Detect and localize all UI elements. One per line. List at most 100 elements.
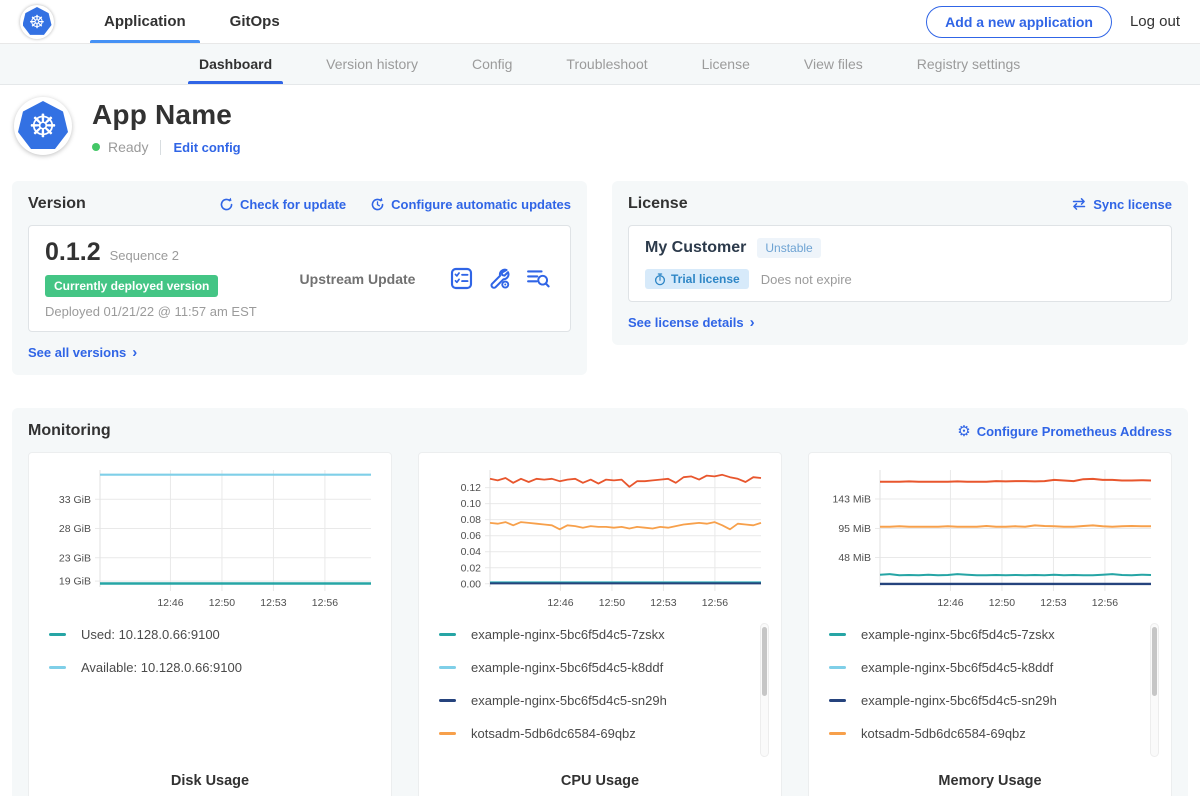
see-license-details-link[interactable]: See license details › — [628, 314, 755, 331]
sequence-label: Sequence 2 — [110, 248, 179, 263]
see-license-details-row: See license details › — [628, 314, 1172, 331]
svg-text:0.08: 0.08 — [461, 514, 482, 526]
svg-text:12:53: 12:53 — [650, 597, 676, 609]
currently-deployed-badge: Currently deployed version — [45, 275, 218, 297]
tab-gitops[interactable]: GitOps — [216, 0, 294, 43]
see-all-versions-row: See all versions › — [28, 344, 571, 361]
trial-license-badge: Trial license — [645, 269, 749, 289]
subnav-tab-view-files[interactable]: View files — [777, 44, 890, 84]
chart-legend: Used: 10.128.0.66:9100 Available: 10.128.… — [49, 627, 381, 693]
svg-text:12:56: 12:56 — [312, 597, 338, 609]
edit-config-link[interactable]: Edit config — [173, 140, 240, 155]
license-expiry: Does not expire — [761, 272, 852, 287]
legend-label: example-nginx-5bc6f5d4c5-sn29h — [471, 693, 667, 708]
svg-text:28 GiB: 28 GiB — [59, 523, 91, 535]
legend-item[interactable]: example-nginx-5bc6f5d4c5-sn29h — [829, 693, 1161, 708]
svg-text:12:56: 12:56 — [702, 597, 728, 609]
subnav-tab-config[interactable]: Config — [445, 44, 539, 84]
kubernetes-wheel-icon: ☸ — [18, 101, 68, 151]
see-license-details-label: See license details — [628, 315, 744, 330]
legend-swatch — [829, 633, 846, 636]
license-type-row: Trial license Does not expire — [645, 269, 1155, 289]
license-card-header: License Sync license — [628, 195, 1172, 213]
scrollbar-thumb[interactable] — [1152, 627, 1157, 696]
ready-status-label: Ready — [108, 139, 148, 155]
deployed-timestamp: Deployed 01/21/22 @ 11:57 am EST — [45, 304, 265, 319]
tab-application-label: Application — [104, 13, 186, 30]
configure-prometheus-link[interactable]: ⚙ Configure Prometheus Address — [957, 424, 1172, 439]
license-details-row: My Customer Unstable Trial license Does … — [628, 225, 1172, 302]
legend-swatch — [439, 732, 456, 735]
svg-text:0.12: 0.12 — [461, 482, 482, 494]
sync-license-link[interactable]: Sync license — [1071, 197, 1172, 212]
svg-text:19 GiB: 19 GiB — [59, 576, 91, 588]
chart-card-memory-usage: 143 MiB95 MiB48 MiB12:4612:5012:5312:56 e… — [808, 452, 1172, 796]
trial-license-label: Trial license — [671, 272, 740, 286]
tab-gitops-label: GitOps — [230, 13, 280, 30]
divider — [160, 140, 161, 155]
version-action-icons — [450, 267, 554, 290]
svg-text:12:53: 12:53 — [260, 597, 286, 609]
subnav-tab-registry-settings[interactable]: Registry settings — [890, 44, 1047, 84]
legend-item[interactable]: Used: 10.128.0.66:9100 — [49, 627, 381, 642]
tab-application[interactable]: Application — [90, 0, 200, 43]
svg-text:48 MiB: 48 MiB — [838, 552, 871, 564]
memory-usage-plot: 143 MiB95 MiB48 MiB12:4612:5012:5312:56 — [819, 461, 1161, 613]
customer-row: My Customer Unstable — [645, 238, 1155, 258]
check-for-update-label: Check for update — [240, 197, 346, 212]
check-for-update-link[interactable]: Check for update — [219, 197, 346, 212]
configure-automatic-updates-label: Configure automatic updates — [391, 197, 571, 212]
legend-item[interactable]: kotsadm-5db6dc6584-69qbz — [829, 726, 1161, 741]
monitoring-header: Monitoring ⚙ Configure Prometheus Addres… — [28, 422, 1172, 440]
legend-item[interactable]: example-nginx-5bc6f5d4c5-7zskx — [439, 627, 771, 642]
legend-swatch — [829, 666, 846, 669]
preflight-checks-icon[interactable] — [450, 267, 473, 290]
svg-text:0.04: 0.04 — [461, 546, 482, 558]
legend-swatch — [49, 633, 66, 636]
legend-item[interactable]: example-nginx-5bc6f5d4c5-k8ddf — [439, 660, 771, 675]
subnav-tab-version-history[interactable]: Version history — [299, 44, 445, 84]
disk-usage-plot: 33 GiB28 GiB23 GiB19 GiB12:4612:5012:531… — [39, 461, 381, 613]
svg-text:23 GiB: 23 GiB — [59, 552, 91, 564]
subnav-tab-troubleshoot[interactable]: Troubleshoot — [539, 44, 674, 84]
legend-item[interactable]: Available: 10.128.0.66:9100 — [49, 660, 381, 675]
logout-link[interactable]: Log out — [1130, 13, 1180, 30]
legend-label: example-nginx-5bc6f5d4c5-7zskx — [471, 627, 665, 642]
app-logo-icon: ☸ — [14, 97, 72, 155]
version-card: Version Check for update — [12, 181, 587, 375]
add-application-button[interactable]: Add a new application — [926, 6, 1112, 38]
chart-card-disk-usage: 33 GiB28 GiB23 GiB19 GiB12:4612:5012:531… — [28, 452, 392, 796]
legend-scrollbar[interactable] — [760, 623, 769, 757]
svg-text:12:46: 12:46 — [547, 597, 573, 609]
kubernetes-wheel-icon: ☸ — [23, 7, 52, 36]
legend-swatch — [439, 699, 456, 702]
version-title: Version — [28, 195, 86, 213]
chart-card-cpu-usage: 0.120.100.080.060.040.020.0012:4612:5012… — [418, 452, 782, 796]
legend-item[interactable]: kotsadm-5db6dc6584-69qbz — [439, 726, 771, 741]
scrollbar-thumb[interactable] — [762, 627, 767, 696]
config-wrench-icon[interactable] — [488, 267, 511, 290]
svg-text:0.00: 0.00 — [461, 578, 482, 590]
app-header: ☸ App Name Ready Edit config — [0, 85, 1200, 171]
sync-icon — [1071, 197, 1087, 211]
legend-label: example-nginx-5bc6f5d4c5-k8ddf — [861, 660, 1053, 675]
legend-item[interactable]: example-nginx-5bc6f5d4c5-k8ddf — [829, 660, 1161, 675]
svg-text:12:56: 12:56 — [1092, 597, 1118, 609]
configure-automatic-updates-link[interactable]: Configure automatic updates — [370, 197, 571, 212]
see-all-versions-label: See all versions — [28, 345, 126, 360]
subnav-tab-dashboard[interactable]: Dashboard — [172, 44, 299, 84]
subnav-tab-license[interactable]: License — [675, 44, 777, 84]
topnav-right: Add a new application Log out — [926, 0, 1180, 43]
legend-scrollbar[interactable] — [1150, 623, 1159, 757]
legend-item[interactable]: example-nginx-5bc6f5d4c5-7zskx — [829, 627, 1161, 642]
see-all-versions-link[interactable]: See all versions › — [28, 344, 137, 361]
app-title-block: App Name Ready Edit config — [92, 97, 241, 155]
legend-swatch — [829, 699, 846, 702]
legend-item[interactable]: example-nginx-5bc6f5d4c5-sn29h — [439, 693, 771, 708]
kubernetes-logo-icon: ☸ — [20, 5, 54, 39]
version-number-row: 0.1.2 Sequence 2 — [45, 238, 265, 267]
legend-label: Available: 10.128.0.66:9100 — [81, 660, 242, 675]
deploy-logs-icon[interactable] — [526, 267, 550, 290]
configure-prometheus-label: Configure Prometheus Address — [977, 424, 1172, 439]
svg-text:0.10: 0.10 — [461, 498, 482, 510]
